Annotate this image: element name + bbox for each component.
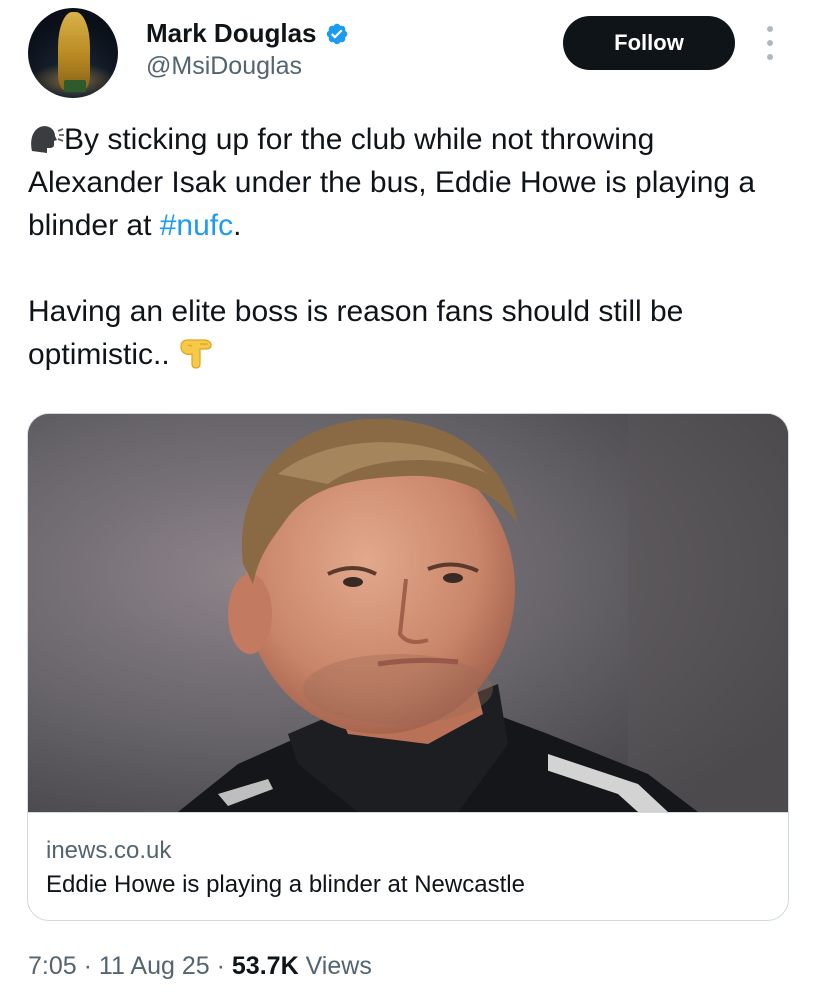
avatar[interactable]	[28, 8, 118, 98]
link-card[interactable]: inews.co.uk Eddie Howe is playing a blin…	[27, 413, 789, 921]
tweet-time[interactable]: 7:05	[28, 952, 77, 980]
tweet-date[interactable]: 11 Aug 25	[99, 952, 210, 980]
more-dot	[767, 26, 773, 32]
tweet-paragraph-1: By sticking up for the club while not th…	[28, 118, 788, 247]
author-handle[interactable]: @MsiDouglas	[146, 52, 302, 81]
views-count: 53.7K	[231, 952, 299, 980]
tweet-text: By sticking up for the club while not th…	[28, 118, 788, 376]
meta-separator: ·	[216, 952, 225, 980]
tweet-text-part-2: .	[233, 209, 242, 242]
more-options-icon[interactable]	[760, 26, 780, 60]
follow-button[interactable]: Follow	[563, 16, 735, 70]
author-name-row: Mark Douglas	[146, 18, 349, 49]
link-card-title: Eddie Howe is playing a blinder at Newca…	[46, 871, 525, 898]
tweet-text-part-3: Having an elite boss is reason fans shou…	[28, 295, 684, 371]
views-label: Views	[305, 952, 372, 980]
portrait-image	[28, 414, 788, 812]
link-card-domain: inews.co.uk	[46, 837, 172, 864]
link-card-meta[interactable]: inews.co.uk Eddie Howe is playing a blin…	[28, 812, 788, 920]
hashtag-link[interactable]: #nufc	[160, 209, 233, 242]
tweet-meta-row: 7:05 · 11 Aug 25 · 53.7K Views	[28, 952, 372, 981]
speaking-head-icon	[31, 126, 64, 153]
link-card-image[interactable]	[28, 414, 788, 812]
pointing-down-hand-icon	[180, 339, 212, 369]
trophy-base	[64, 80, 86, 92]
trophy-icon	[58, 12, 90, 90]
verified-badge-icon[interactable]	[325, 22, 349, 46]
tweet-text-part-1: By sticking up for the club while not th…	[28, 123, 756, 242]
more-dot	[767, 54, 773, 60]
author-display-name[interactable]: Mark Douglas	[146, 18, 317, 49]
meta-separator: ·	[83, 952, 92, 980]
tweet-paragraph-2: Having an elite boss is reason fans shou…	[28, 290, 788, 376]
more-dot	[767, 40, 773, 46]
